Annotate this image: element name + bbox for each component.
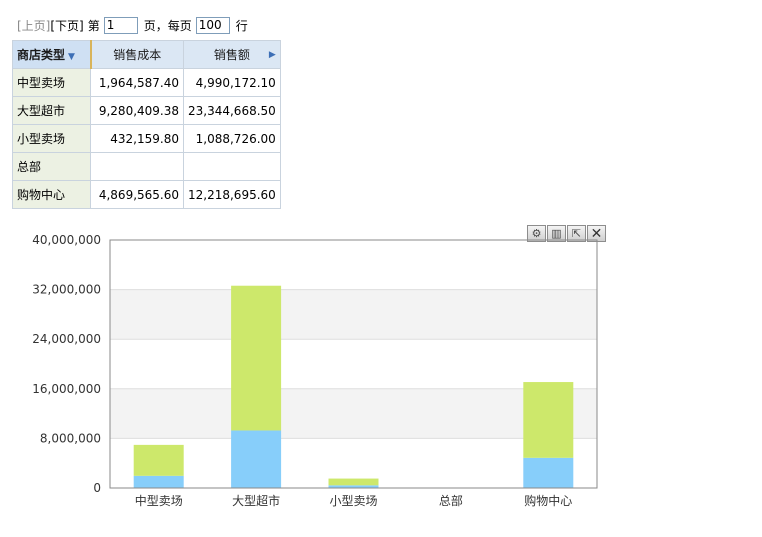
- x-tick-label: 购物中心: [524, 493, 572, 508]
- data-table: 商店类型 ▼ 销售成本 销售额 ▶ 中型卖场 1,964,587.40 4,990,…: [12, 40, 281, 209]
- y-tick-label: 32,000,000: [32, 283, 101, 297]
- header-sales-amount[interactable]: 销售额 ▶: [183, 40, 281, 69]
- page-prefix-label: 第: [87, 18, 100, 33]
- row-label: 总部: [12, 152, 91, 181]
- sort-down-icon[interactable]: ▼: [68, 52, 75, 62]
- prev-page-link[interactable]: [上页]: [17, 17, 50, 34]
- sales-cell: 4,990,172.10: [183, 68, 281, 97]
- sales-cell: 12,218,695.60: [183, 180, 281, 209]
- row-label: 大型超市: [12, 96, 91, 125]
- y-tick-label: 40,000,000: [32, 233, 101, 247]
- x-tick-label: 中型卖场: [135, 493, 183, 508]
- table-header-row: 商店类型 ▼ 销售成本 销售额 ▶: [12, 40, 281, 69]
- header-label: 销售额: [213, 48, 250, 62]
- table-row: 购物中心 4,869,565.60 12,218,695.60: [12, 180, 281, 209]
- bar-segment: [133, 475, 184, 488]
- row-label: 中型卖场: [12, 68, 91, 97]
- bar-segment: [523, 382, 574, 458]
- sales-cell: 1,088,726.00: [183, 124, 281, 153]
- rows-per-page-input[interactable]: [195, 16, 230, 34]
- header-label: 销售成本: [113, 48, 162, 62]
- pager: [上页] [下页] 第 页，每页 行: [17, 15, 250, 35]
- cost-cell: [90, 152, 184, 181]
- table-row: 中型卖场 1,964,587.40 4,990,172.10: [12, 68, 281, 97]
- page-number-input[interactable]: [103, 16, 138, 34]
- bar-segment: [231, 285, 282, 431]
- table-row: 小型卖场 432,159.80 1,088,726.00: [12, 124, 281, 153]
- y-tick-label: 0: [93, 481, 101, 495]
- y-tick-label: 16,000,000: [32, 382, 101, 396]
- bar-segment: [523, 457, 574, 488]
- bar-segment: [328, 478, 379, 486]
- y-tick-label: 24,000,000: [32, 332, 101, 346]
- cost-cell: 432,159.80: [90, 124, 184, 153]
- cost-cell: 9,280,409.38: [90, 96, 184, 125]
- header-store-type[interactable]: 商店类型 ▼: [12, 40, 92, 69]
- cost-cell: 1,964,587.40: [90, 68, 184, 97]
- sales-cell: 23,344,668.50: [183, 96, 281, 125]
- table-row: 总部: [12, 152, 281, 181]
- row-label: 小型卖场: [12, 124, 91, 153]
- x-tick-label: 大型超市: [232, 493, 280, 508]
- x-tick-label: 总部: [439, 493, 463, 508]
- stacked-bar-chart: 0 8,000,000 16,000,000 24,000,000 32,000,000…: [32, 233, 598, 508]
- rows-suffix-label: 行: [235, 18, 248, 33]
- table-row: 大型超市 9,280,409.38 23,344,668.50: [12, 96, 281, 125]
- sales-cell: [183, 152, 281, 181]
- header-label: 商店类型: [17, 48, 66, 62]
- grid-band: [110, 289, 597, 340]
- expand-right-icon[interactable]: ▶: [269, 50, 276, 60]
- x-tick-label: 小型卖场: [329, 494, 377, 508]
- next-page-link[interactable]: [下页]: [50, 17, 83, 34]
- row-label: 购物中心: [12, 180, 91, 209]
- y-tick-label: 8,000,000: [40, 431, 101, 445]
- page-suffix-label: 页，每页: [143, 18, 192, 33]
- cost-cell: 4,869,565.60: [90, 180, 184, 209]
- bar-segment: [133, 444, 184, 476]
- bar-segment: [231, 430, 282, 488]
- header-sales-cost[interactable]: 销售成本: [90, 40, 184, 69]
